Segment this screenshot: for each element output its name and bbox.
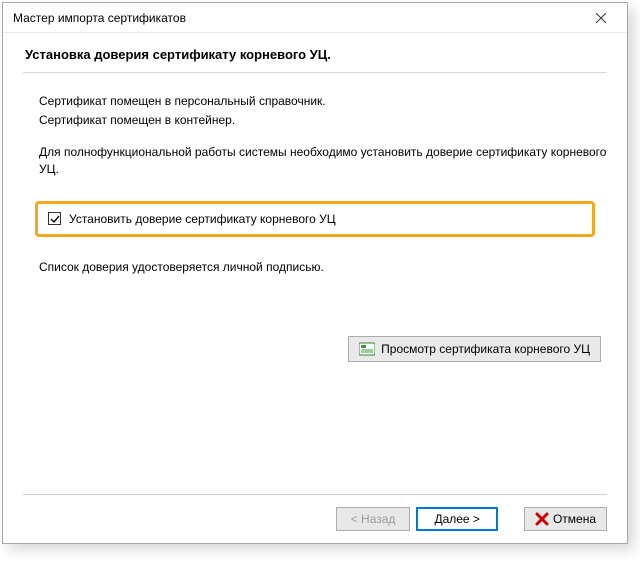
trust-checkbox-label: Установить доверие сертификату корневого… [69,212,336,226]
cancel-button[interactable]: Отмена [524,507,607,531]
signature-note: Список доверия удостоверяется личной под… [39,259,607,276]
back-button: < Назад [336,507,411,531]
view-cert-row: Просмотр сертификата корневого УЦ [23,336,601,362]
heading-divider [23,72,607,73]
page-heading: Установка доверия сертификату корневого … [25,47,607,62]
info-line-3: Для полнофункциональной работы системы н… [39,144,607,179]
back-label: < Назад [351,512,396,526]
dialog-window: Мастер импорта сертификатов Установка до… [2,2,628,544]
content-area: Установка доверия сертификату корневого … [3,33,627,495]
close-icon [596,13,606,23]
next-label: Далее > [434,512,480,526]
window-title: Мастер импорта сертификатов [13,11,186,25]
button-bar: < Назад Далее > Отмена [3,495,627,543]
trust-checkbox[interactable] [48,212,61,225]
info-line-2: Сертификат помещен в контейнер. [39,112,607,129]
titlebar: Мастер импорта сертификатов [3,3,627,33]
next-button[interactable]: Далее > [416,507,498,531]
close-button[interactable] [581,4,621,32]
certificate-icon [359,342,375,356]
cancel-label: Отмена [553,512,596,526]
view-cert-button[interactable]: Просмотр сертификата корневого УЦ [348,336,601,362]
trust-checkbox-row[interactable]: Установить доверие сертификату корневого… [35,201,595,237]
view-cert-label: Просмотр сертификата корневого УЦ [381,342,590,356]
info-line-1: Сертификат помещен в персональный справо… [39,93,607,110]
cancel-icon [535,512,549,526]
checkmark-icon [50,214,60,224]
